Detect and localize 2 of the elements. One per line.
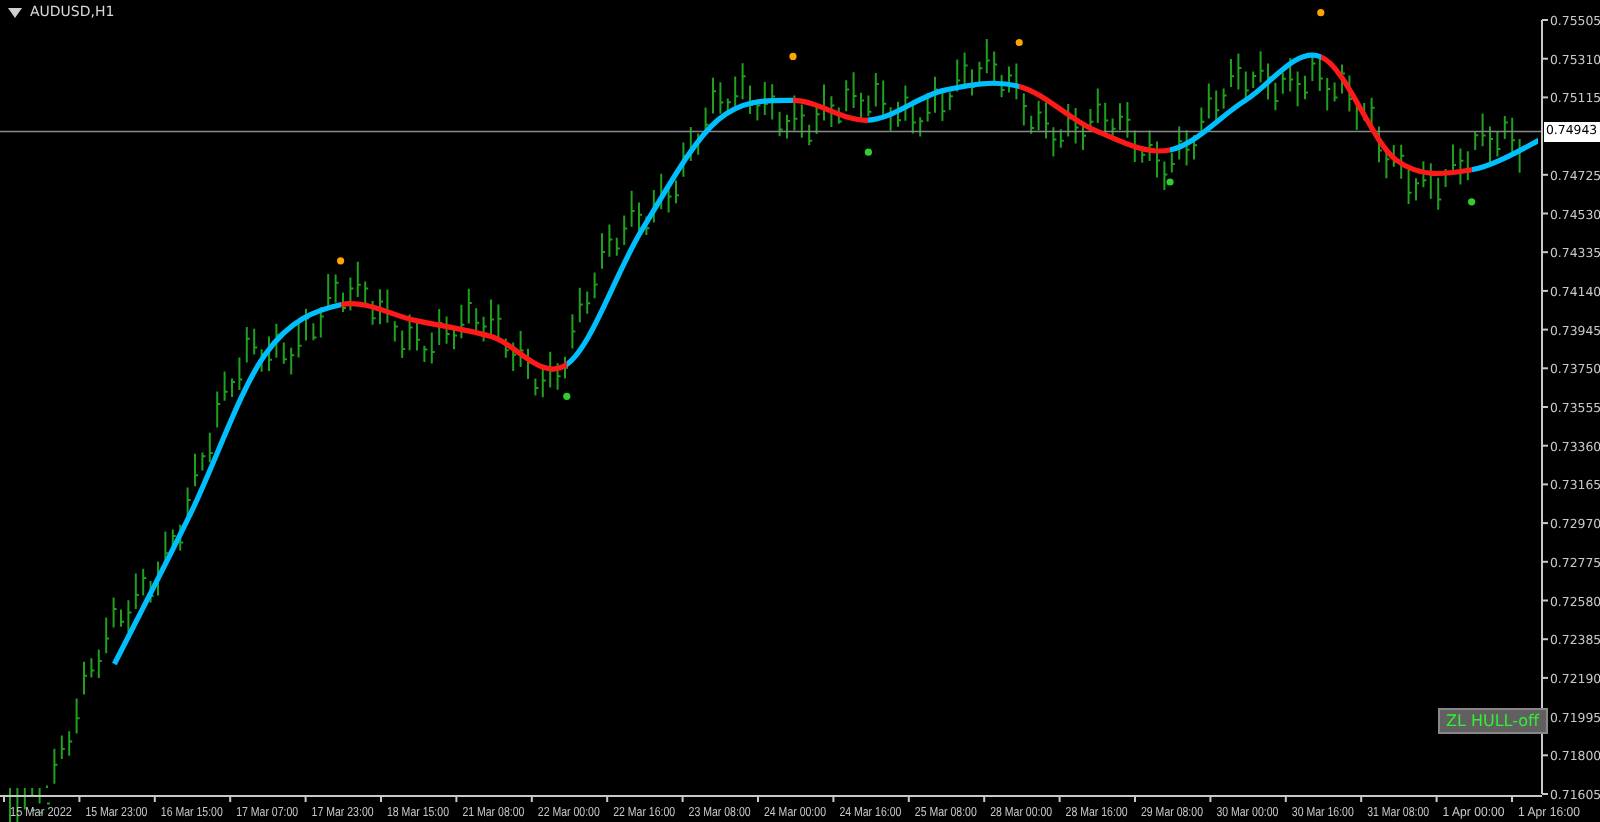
indicator-label: ZL HULL-off <box>1438 708 1548 734</box>
dropdown-icon[interactable] <box>8 7 22 17</box>
